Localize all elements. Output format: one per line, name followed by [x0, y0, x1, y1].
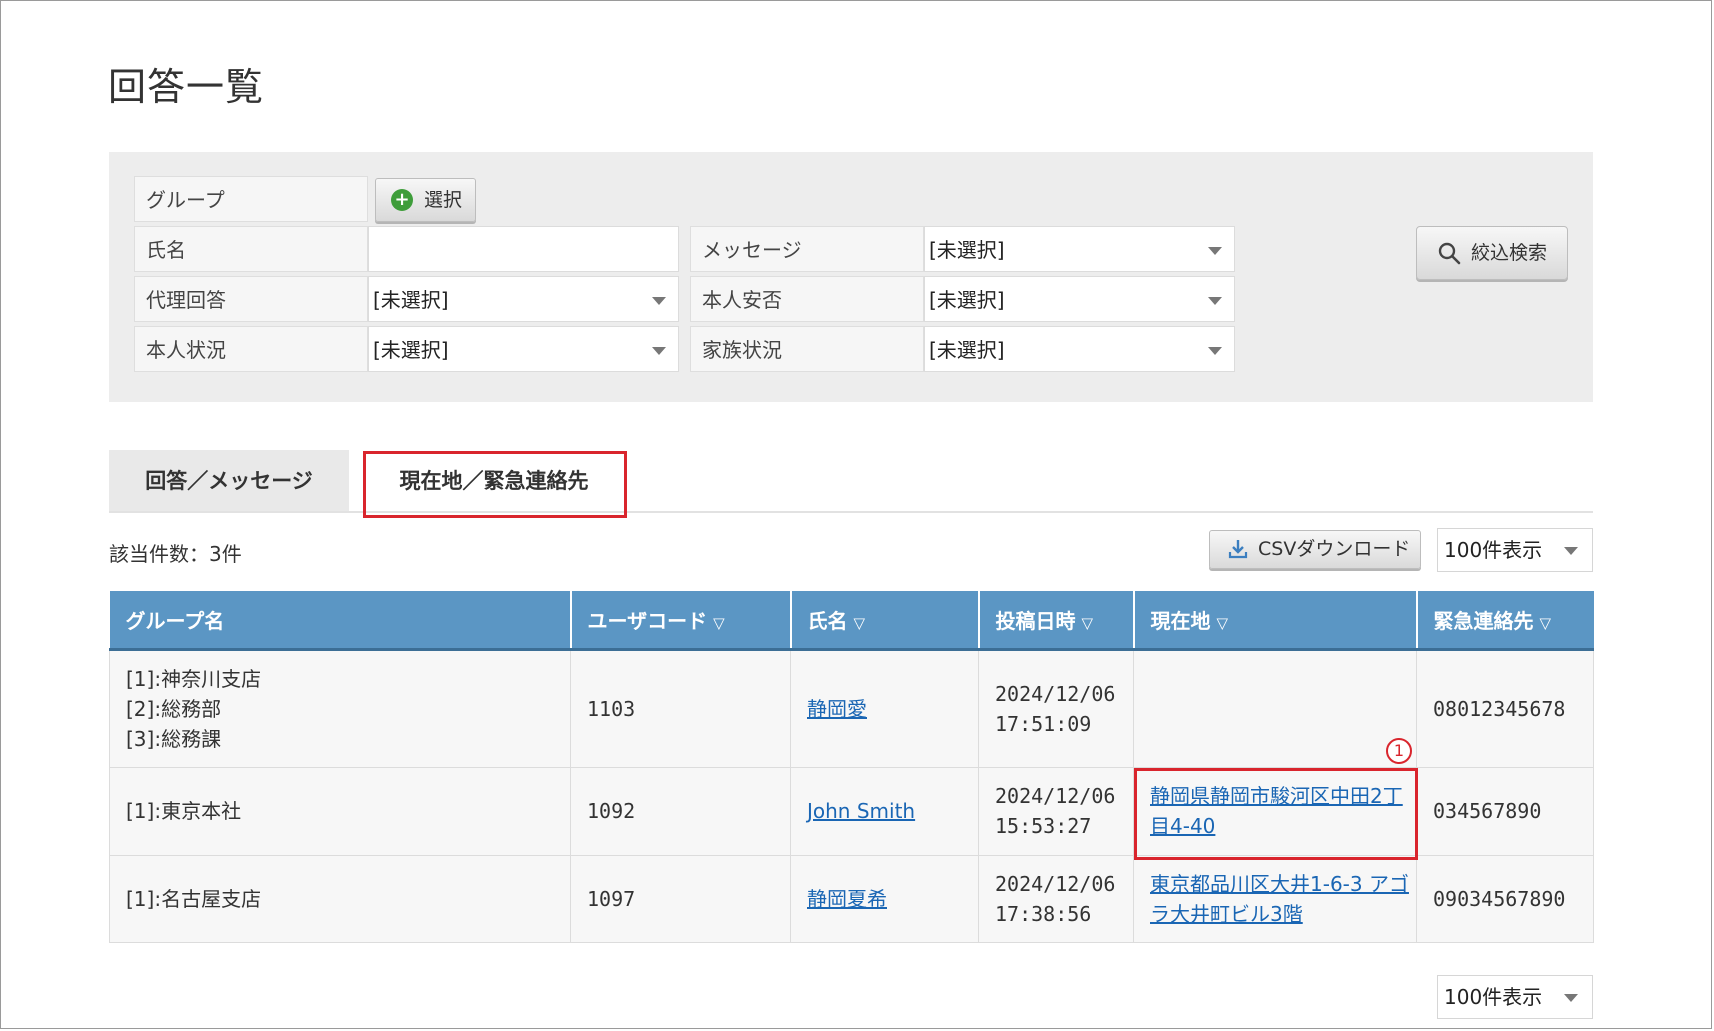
filter-search-button-label: 絞込検索 [1471, 242, 1548, 264]
sort-icon: ▽ [713, 613, 725, 632]
group-cell: [1]:東京本社 [109, 766, 571, 856]
message-select-value: [未選択] [929, 238, 1005, 262]
self-status-select[interactable]: [未選択] [368, 326, 679, 372]
user-name-link[interactable]: John Smith [807, 799, 915, 823]
group-path: [1]:神奈川支店 [126, 666, 262, 691]
user-name-link[interactable]: 静岡愛 [807, 697, 867, 721]
chevron-down-icon [1208, 247, 1222, 255]
location-link[interactable]: 東京都品川区大井1-6-3 アゴラ大井町ビル3階 [1150, 872, 1409, 926]
page-title: 回答一覧 [108, 65, 265, 109]
posted-time: 17:51:09 [995, 711, 1092, 736]
sort-icon: ▽ [853, 613, 866, 632]
posted-date: 2024/12/06 [995, 871, 1116, 896]
posted-date: 2024/12/06 [995, 784, 1116, 808]
posted-at-cell: 2024/12/06 17:38:56 [978, 854, 1134, 943]
annotation-badge: 1 [1386, 738, 1412, 764]
column-header-location[interactable]: 現在地 ▽ [1133, 591, 1418, 651]
search-icon [1438, 242, 1461, 265]
emergency-contact-cell: 09034567890 [1416, 854, 1594, 943]
column-header-emergency-contact[interactable]: 緊急連絡先 ▽ [1416, 591, 1594, 651]
chevron-down-icon [1208, 347, 1222, 355]
self-safety-label: 本人安否 [690, 276, 924, 322]
table-row: [1]:名古屋支店 1097 静岡夏希 2024/12/06 17:38:56 … [109, 854, 1594, 943]
self-status-label: 本人状況 [134, 326, 368, 372]
column-header-name[interactable]: 氏名 ▽ [790, 591, 980, 651]
posted-at-cell: 2024/12/06 17:51:09 [978, 648, 1134, 768]
csv-download-button-label: CSVダウンロード [1258, 538, 1411, 560]
table-row: [1]:神奈川支店 [2]:総務部 [3]:総務課 1103 静岡愛 2024/… [109, 648, 1594, 768]
tab-highlight-box [363, 451, 627, 518]
group-select-button[interactable]: + 選択 [375, 178, 476, 222]
column-header-label: グループ名 [125, 608, 225, 633]
location-highlight-box [1134, 768, 1418, 860]
user-name-link[interactable]: 静岡夏希 [807, 887, 887, 911]
emergency-contact-cell: 034567890 [1416, 766, 1594, 856]
proxy-answer-label: 代理回答 [134, 276, 368, 322]
message-label: メッセージ [690, 226, 924, 272]
family-status-label: 家族状況 [690, 326, 924, 372]
group-label: グループ [134, 176, 368, 222]
group-cell: [1]:名古屋支店 [109, 854, 571, 943]
name-cell: John Smith [790, 766, 979, 856]
chevron-down-icon [1564, 994, 1578, 1002]
column-header-label: 投稿日時 [995, 608, 1076, 633]
per-page-select-top[interactable]: 100件表示 [1437, 528, 1593, 572]
self-safety-select-value: [未選択] [929, 288, 1005, 312]
sort-icon: ▽ [1539, 613, 1552, 632]
column-header-label: 氏名 [807, 608, 848, 633]
posted-at-cell: 2024/12/06 15:53:27 [978, 766, 1134, 856]
column-header-group: グループ名 [109, 591, 572, 651]
emergency-contact-cell: 08012345678 [1416, 648, 1594, 768]
column-header-posted-at[interactable]: 投稿日時 ▽ [978, 591, 1135, 651]
user-code-cell: 1092 [570, 766, 791, 856]
chevron-down-icon [652, 347, 666, 355]
sort-icon: ▽ [1216, 613, 1229, 632]
user-code-cell: 1097 [570, 854, 791, 943]
posted-time: 17:38:56 [995, 901, 1092, 926]
proxy-answer-select[interactable]: [未選択] [368, 276, 679, 322]
location-cell: 東京都品川区大井1-6-3 アゴラ大井町ビル3階 [1133, 854, 1417, 943]
chevron-down-icon [1564, 547, 1578, 555]
posted-date: 2024/12/06 [995, 681, 1116, 706]
group-select-button-label: 選択 [424, 189, 463, 211]
group-path: [1]:名古屋支店 [126, 886, 262, 911]
proxy-answer-select-value: [未選択] [373, 288, 449, 312]
chevron-down-icon [652, 297, 666, 305]
name-label: 氏名 [134, 226, 368, 272]
name-input[interactable] [368, 226, 679, 272]
result-count: 該当件数：3件 [109, 542, 242, 566]
self-safety-select[interactable]: [未選択] [924, 276, 1235, 322]
posted-time: 15:53:27 [995, 814, 1092, 838]
location-cell [1133, 648, 1417, 768]
column-header-label: ユーザコード [587, 608, 708, 633]
group-path: [3]:総務課 [126, 726, 222, 751]
column-header-label: 緊急連絡先 [1433, 608, 1534, 633]
per-page-select-bottom-value: 100件表示 [1444, 985, 1543, 1009]
sort-icon: ▽ [1081, 613, 1094, 632]
group-cell: [1]:神奈川支店 [2]:総務部 [3]:総務課 [109, 648, 571, 768]
column-header-label: 現在地 [1150, 608, 1211, 633]
per-page-select-bottom[interactable]: 100件表示 [1437, 975, 1593, 1019]
user-code-cell: 1103 [570, 648, 791, 768]
column-header-user-code[interactable]: ユーザコード ▽ [570, 591, 792, 651]
per-page-select-top-value: 100件表示 [1444, 538, 1543, 562]
message-select[interactable]: [未選択] [924, 226, 1235, 272]
tab-answers-messages[interactable]: 回答／メッセージ [109, 450, 349, 513]
csv-download-button[interactable]: CSVダウンロード [1209, 530, 1421, 569]
family-status-select-value: [未選択] [929, 338, 1005, 362]
tab-divider [109, 511, 1593, 513]
self-status-select-value: [未選択] [373, 338, 449, 362]
download-icon [1228, 540, 1248, 559]
group-path: [1]:東京本社 [126, 799, 242, 823]
results-table: グループ名 ユーザコード ▽ 氏名 ▽ 投稿日時 ▽ 現在地 ▽ 緊急連絡先 ▽ [1]:… [109, 591, 1594, 943]
name-cell: 静岡愛 [790, 648, 979, 768]
name-cell: 静岡夏希 [790, 854, 979, 943]
group-path: [2]:総務部 [126, 696, 222, 721]
family-status-select[interactable]: [未選択] [924, 326, 1235, 372]
plus-circle-icon: + [391, 189, 413, 211]
filter-search-button[interactable]: 絞込検索 [1416, 226, 1568, 280]
chevron-down-icon [1208, 297, 1222, 305]
